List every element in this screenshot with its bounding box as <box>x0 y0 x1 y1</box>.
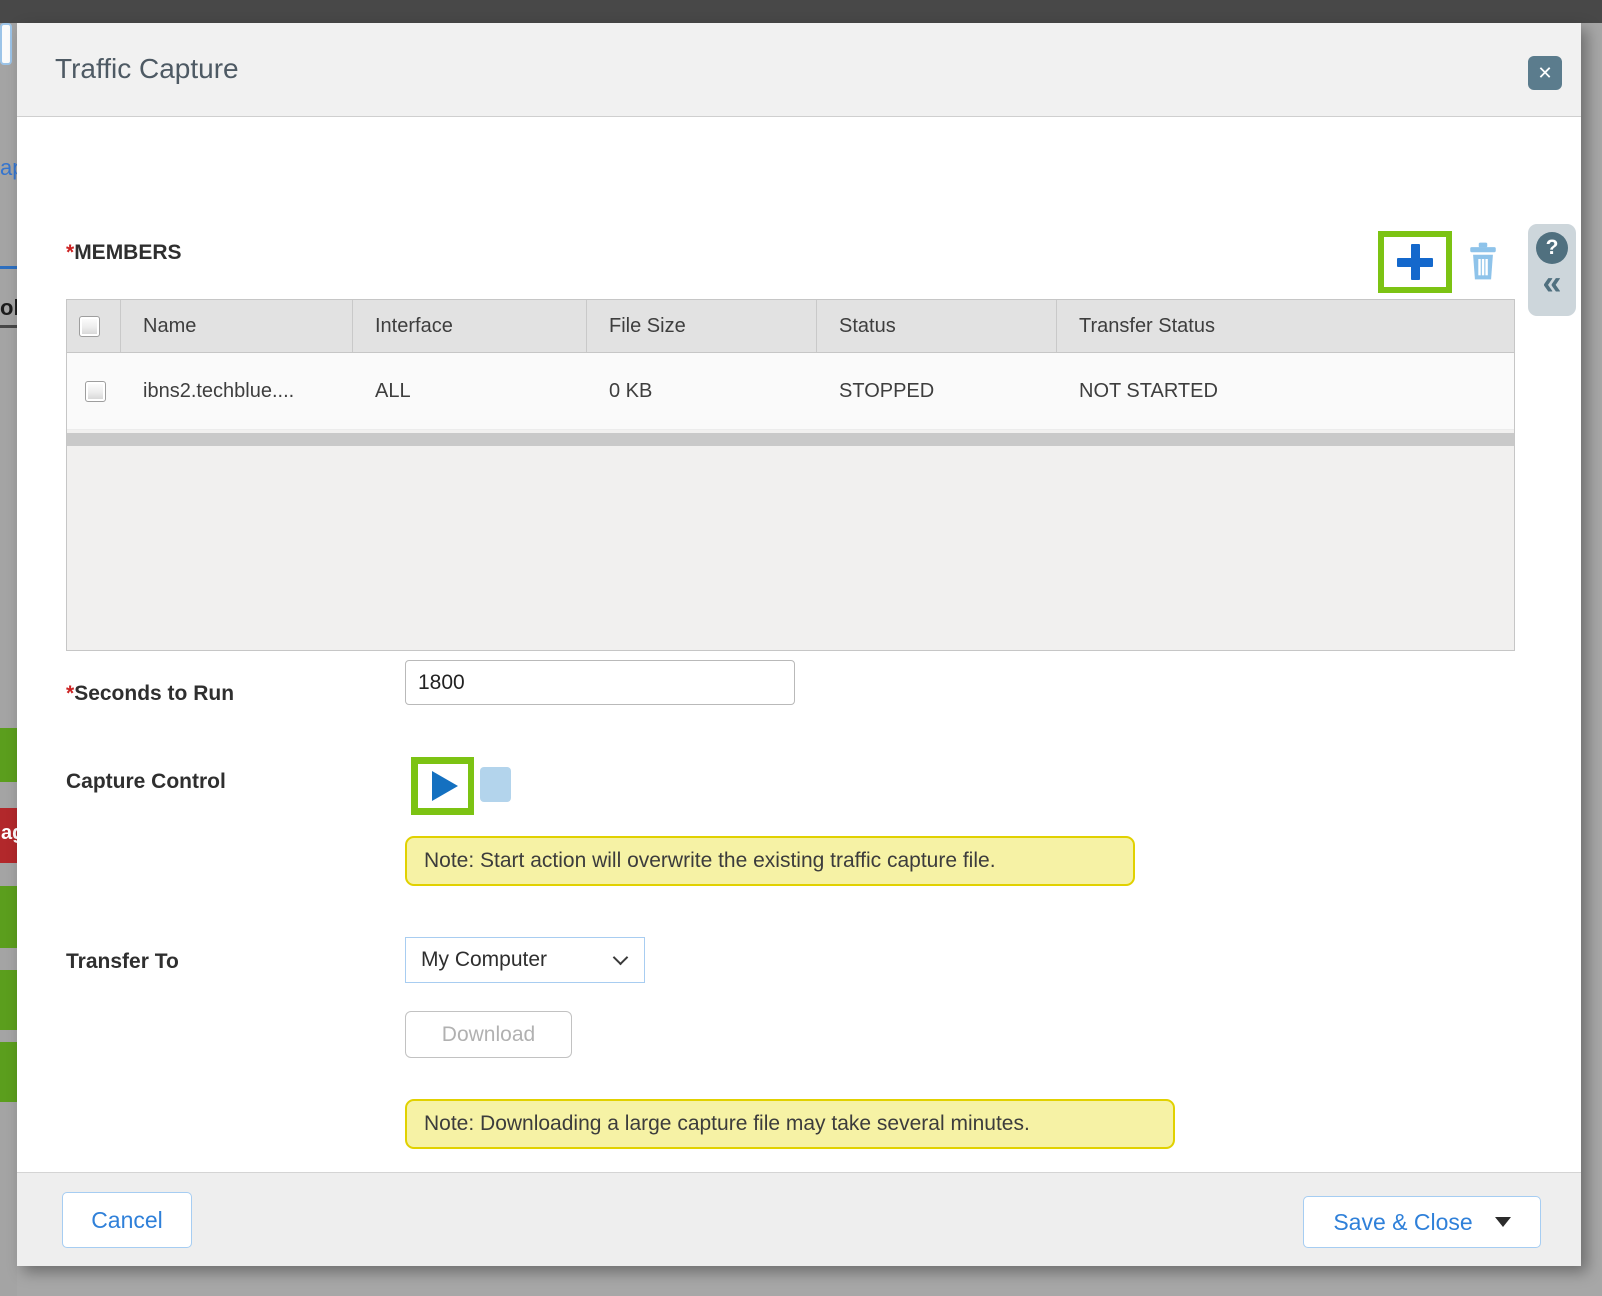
members-label-text: MEMBERS <box>74 241 181 264</box>
row-cell-transfer-status: NOT STARTED <box>1057 353 1514 429</box>
start-capture-button[interactable] <box>418 764 468 808</box>
seconds-to-run-input[interactable] <box>405 660 795 705</box>
transfer-to-label: Transfer To <box>66 950 179 974</box>
background-page-strip: ap ol ag <box>0 23 17 1296</box>
start-overwrite-note: Note: Start action will overwrite the ex… <box>405 836 1135 886</box>
row-checkbox[interactable] <box>85 381 106 402</box>
download-duration-note: Note: Downloading a large capture file m… <box>405 1099 1175 1149</box>
select-all-cell <box>67 300 121 352</box>
close-icon: ✕ <box>1537 63 1552 84</box>
cancel-button[interactable]: Cancel <box>62 1192 192 1248</box>
background-status-up-block <box>0 970 17 1030</box>
seconds-to-run-label: *Seconds to Run <box>66 682 234 706</box>
row-cell-interface: ALL <box>353 353 587 429</box>
background-status-up-block <box>0 728 17 782</box>
play-icon <box>432 771 458 801</box>
column-header-file-size[interactable]: File Size <box>587 300 817 352</box>
transfer-to-selected-value: My Computer <box>421 948 547 972</box>
save-options-caret-icon <box>1495 1217 1511 1227</box>
save-and-close-label: Save & Close <box>1333 1209 1472 1236</box>
start-capture-button-highlight <box>411 757 474 815</box>
table-row[interactable]: ibns2.techblue.... ALL 0 KB STOPPED NOT … <box>67 353 1514 430</box>
background-heading-fragment: ol <box>0 295 17 328</box>
close-button[interactable]: ✕ <box>1528 56 1562 90</box>
transfer-to-select[interactable]: My Computer <box>405 937 645 983</box>
table-horizontal-scrollbar[interactable] <box>67 433 1514 446</box>
background-status-up-block <box>0 886 17 948</box>
save-and-close-button[interactable]: Save & Close <box>1303 1196 1541 1248</box>
background-status-up-block <box>0 1042 17 1102</box>
members-field-label: *MEMBERS <box>66 241 182 265</box>
capture-control-label: Capture Control <box>66 770 226 794</box>
cancel-button-label: Cancel <box>91 1207 163 1234</box>
members-table: Name Interface File Size Status Transfer… <box>66 299 1515 651</box>
dialog-footer: Cancel Save & Close <box>17 1172 1581 1266</box>
download-button[interactable]: Download <box>405 1011 572 1058</box>
seconds-to-run-label-text: Seconds to Run <box>74 682 234 705</box>
download-button-label: Download <box>442 1023 535 1047</box>
collapse-panel-button[interactable]: « <box>1543 264 1562 302</box>
background-button-fragment <box>0 23 12 65</box>
add-member-button-highlight <box>1378 231 1452 293</box>
dialog-header: Traffic Capture ✕ <box>17 23 1581 117</box>
column-header-transfer-status[interactable]: Transfer Status <box>1057 300 1514 352</box>
background-nav-link-fragment: ap <box>0 155 17 181</box>
browser-top-bar <box>0 0 1602 23</box>
side-help-panel: ? « <box>1528 224 1576 316</box>
members-table-header: Name Interface File Size Status Transfer… <box>67 300 1514 353</box>
column-header-name[interactable]: Name <box>121 300 353 352</box>
help-icon: ? <box>1546 236 1559 260</box>
dialog-body: *MEMBERS ? « <box>17 117 1581 1172</box>
background-status-down-block: ag <box>0 808 17 863</box>
row-cell-file-size: 0 KB <box>587 353 817 429</box>
row-checkbox-cell <box>67 353 121 429</box>
background-badge-fragment: ag <box>0 808 17 845</box>
trash-icon <box>1466 241 1500 281</box>
add-member-button[interactable] <box>1384 237 1446 287</box>
required-asterisk: * <box>66 241 74 264</box>
dialog-title: Traffic Capture <box>55 53 239 85</box>
column-header-interface[interactable]: Interface <box>353 300 587 352</box>
row-cell-status: STOPPED <box>817 353 1057 429</box>
background-active-tab-underline <box>0 266 17 269</box>
required-asterisk: * <box>66 682 74 705</box>
row-cell-name: ibns2.techblue.... <box>121 353 353 429</box>
traffic-capture-dialog: Traffic Capture ✕ *MEMBERS <box>17 23 1581 1266</box>
delete-member-button[interactable] <box>1466 241 1500 281</box>
column-header-status[interactable]: Status <box>817 300 1057 352</box>
select-all-checkbox[interactable] <box>79 316 100 337</box>
collapse-icon: « <box>1543 264 1562 302</box>
stop-capture-button[interactable] <box>480 767 511 802</box>
plus-icon <box>1397 244 1433 280</box>
help-button[interactable]: ? <box>1536 232 1568 264</box>
chevron-down-icon <box>613 950 629 966</box>
